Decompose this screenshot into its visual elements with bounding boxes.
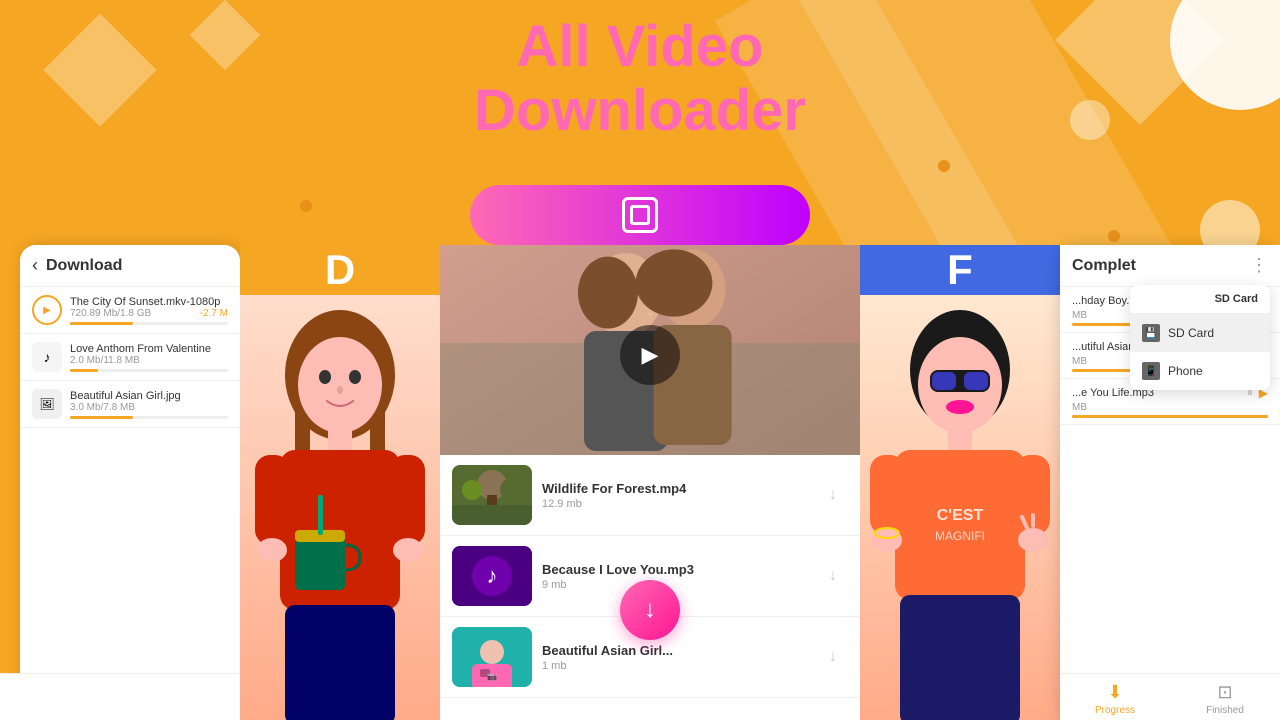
progress-fill [70,416,133,419]
photo-thumb: 📷 [452,627,532,687]
item-info: Beautiful Asian Girl.jpg 3.0 Mb/7.8 MB [70,390,228,419]
dropdown-header: SD Card [1130,285,1270,314]
item-size: 3.0 Mb/7.8 MB [70,402,228,413]
item-size: 2.0 Mb/11.8 MB [70,355,228,366]
girl-background [240,295,440,720]
dropdown-item-sdcard[interactable]: 💾 SD Card [1130,314,1270,352]
download-arrow[interactable]: ↓ [818,480,848,510]
dl-size: 1 mb [542,660,808,672]
app-title-line2: Downloader [474,79,806,143]
pink-bar[interactable] [470,185,810,245]
music-thumbnail: ♪ [452,546,532,606]
svg-text:📷: 📷 [487,672,497,681]
item-name: Beautiful Asian Girl.jpg [70,390,228,402]
dropdown-menu[interactable]: SD Card 💾 SD Card 📱 Phone [1130,285,1270,390]
dl-info: Because I Love You.mp3 9 mb [542,562,808,591]
dropdown-item-phone[interactable]: 📱 Phone [1130,352,1270,390]
item-info: The City Of Sunset.mkv-1080p 720.89 Mb/1… [70,296,228,325]
item-info: Love Anthom From Valentine 2.0 Mb/11.8 M… [70,343,228,372]
bg-decoration [43,13,156,126]
dl-name: Beautiful Asian Girl... [542,643,808,658]
progress-fill [1072,415,1268,418]
download-arrow[interactable]: ↓ [818,561,848,591]
progress-label: Progress [1095,705,1135,716]
left-phone-footer: ⊞ Tab ⬇ Progress [20,673,240,720]
more-icon[interactable]: ⋮ [1250,255,1268,276]
finished-icon: ⊡ [1217,682,1232,703]
f-header: F [860,245,1060,295]
item-size: 720.89 Mb/1.8 GB [70,308,151,319]
left-phone: ‹ Download ▶ The City Of Sunset.mkv-1080… [20,245,240,720]
girl2-background: C'EST MAGNIFI [860,295,1060,720]
app-title-line1: All Video [474,15,806,79]
left-phone-title: Download [46,257,122,275]
bg-decoration [190,0,261,70]
svg-text:MAGNIFI: MAGNIFI [935,529,985,543]
fab-download-button[interactable]: ↓ [620,580,680,640]
screens-container: ‹ Download ▶ The City Of Sunset.mkv-1080… [0,245,1280,720]
photo-thumbnail: 📷 [452,627,532,687]
video-thumbnail [452,465,532,525]
right-phone: Complet ⋮ SD Card 💾 SD Card 📱 Phone ...h… [1060,245,1280,720]
svg-text:C'EST: C'EST [937,507,984,524]
item-name: The City Of Sunset.mkv-1080p [70,296,228,308]
dl-size: 9 mb [542,579,808,591]
app-title-area: All Video Downloader [474,15,806,143]
f-letter: F [947,246,973,294]
svg-text:♪: ♪ [487,563,498,588]
d-header: D [240,245,440,295]
play-overlay[interactable]: ▶ [620,325,680,385]
girl2-illustration: C'EST MAGNIFI [860,295,1060,720]
d-letter: D [325,246,355,294]
list-item: ▶ The City Of Sunset.mkv-1080p 720.89 Mb… [20,287,240,334]
progress-fill [70,369,98,372]
left-phone-header: ‹ Download [20,245,240,287]
sdcard-label: SD Card [1168,326,1214,340]
couple-image: ♥ ▶ [440,245,860,465]
d-screen: D [240,245,440,720]
screen-icon [622,197,658,233]
bg-dot [938,160,950,172]
sdcard-icon: 💾 [1142,324,1160,342]
progress-icon: ⬇ [1107,682,1122,703]
list-item: ♪ Love Anthom From Valentine 2.0 Mb/11.8… [20,334,240,381]
item-name: Love Anthom From Valentine [70,343,228,355]
right-phone-header: Complet ⋮ [1060,245,1280,287]
play-button[interactable]: ▶ [32,295,62,325]
phone-icon: 📱 [1142,362,1160,380]
footer-finished-item[interactable]: ⊡ Finished [1170,682,1280,716]
finished-label: Finished [1206,705,1244,716]
dl-info: Wildlife For Forest.mp4 12.9 mb [542,481,808,510]
footer-tab-item[interactable]: ⊞ Tab [20,682,240,716]
item-speed: -2.7 M [200,308,228,319]
fab-icon: ↓ [644,596,656,624]
dl-name: Wildlife For Forest.mp4 [542,481,808,496]
item-size: MB [1072,402,1268,413]
download-arrow[interactable]: ↓ [818,642,848,672]
footer-progress-item[interactable]: ⬇ Progress [1060,682,1170,716]
dl-info: Beautiful Asian Girl... 1 mb [542,643,808,672]
dl-size: 12.9 mb [542,498,808,510]
bg-circle [1170,0,1280,110]
bg-dot [1108,230,1120,242]
music-icon: ♪ [32,342,62,372]
list-item: 🖼 Beautiful Asian Girl.jpg 3.0 Mb/7.8 MB [20,381,240,428]
forest-thumb [452,465,532,525]
right-phone-title: Complet [1072,257,1250,275]
right-phone-footer: ⬇ Progress ⊡ Finished [1060,673,1280,720]
girl-illustration [240,295,440,720]
progress-fill [70,322,133,325]
back-button[interactable]: ‹ [32,255,38,276]
music-thumb: ♪ [452,546,532,606]
svg-text:♥: ♥ [646,308,653,322]
f-screen: F [860,245,1060,720]
bg-dot [300,200,312,212]
dl-name: Because I Love You.mp3 [542,562,808,577]
phone-label: Phone [1168,364,1203,378]
image-icon: 🖼 [32,389,62,419]
list-item: Wildlife For Forest.mp4 12.9 mb ↓ [440,455,860,536]
middle-screen: ♥ ▶ [440,245,860,720]
